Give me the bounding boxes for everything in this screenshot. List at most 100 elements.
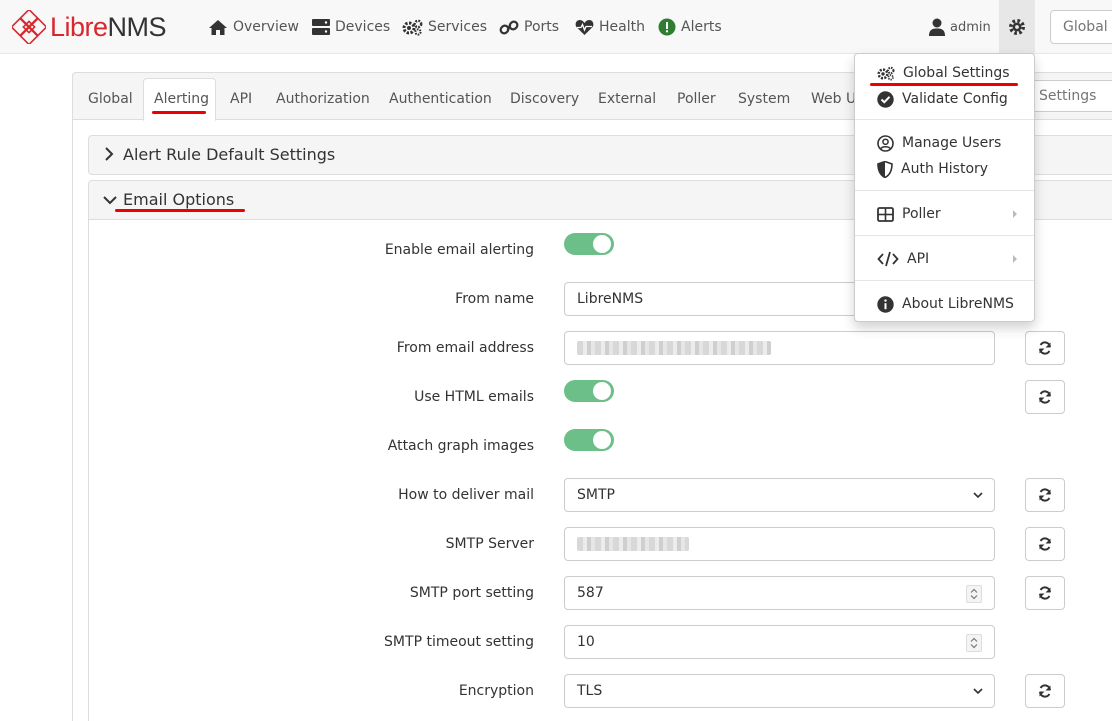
from-email-label: From email address — [396, 340, 534, 356]
brand-logo-link[interactable]: LibreNMS — [12, 10, 167, 44]
reset-use-html-button[interactable] — [1025, 380, 1065, 414]
cogs-icon — [877, 66, 895, 80]
global-search-input[interactable] — [1050, 10, 1112, 44]
email-options-highlight — [115, 209, 245, 212]
menu-poller[interactable]: Poller — [855, 201, 1036, 227]
settings-menu-toggle[interactable] — [999, 0, 1035, 54]
home-icon — [209, 19, 227, 35]
tab-global[interactable]: Global — [88, 87, 133, 111]
use-html-toggle[interactable] — [564, 380, 614, 402]
brand-name: LibreNMS — [50, 11, 167, 43]
enable-email-label: Enable email alerting — [384, 242, 534, 258]
encryption-label: Encryption — [458, 683, 534, 699]
user-menu[interactable]: admin — [929, 0, 991, 54]
encryption-select[interactable]: TLS — [564, 674, 995, 708]
smtp-port-value: 587 — [577, 585, 604, 601]
email-options-section-title: Email Options — [123, 190, 235, 209]
smtp-port-label: SMTP port setting — [409, 585, 534, 601]
reset-smtp-port-button[interactable] — [1025, 576, 1065, 610]
smtp-timeout-label: SMTP timeout setting — [384, 634, 534, 650]
nav-ports-label: Ports — [524, 19, 560, 35]
nav-health-label: Health — [599, 19, 645, 35]
smtp-port-input[interactable]: 587 — [564, 576, 995, 610]
attach-graph-toggle[interactable] — [564, 429, 614, 451]
menu-global-settings-label: Global Settings — [903, 65, 1010, 81]
menu-auth-history-label: Auth History — [901, 161, 989, 177]
menu-api[interactable]: API — [855, 246, 1036, 272]
nav-overview[interactable]: Overview — [208, 0, 299, 54]
menu-auth-history[interactable]: Auth History — [855, 156, 1036, 182]
number-spinner-icon[interactable] — [966, 585, 982, 603]
tab-discovery[interactable]: Discovery — [510, 87, 579, 111]
nav-devices-label: Devices — [335, 19, 391, 35]
gear-icon — [1009, 19, 1025, 35]
attach-graph-label: Attach graph images — [387, 438, 534, 454]
chevron-down-icon — [973, 492, 983, 499]
reset-smtp-server-button[interactable] — [1025, 527, 1065, 561]
refresh-icon — [1039, 684, 1051, 698]
check-circle-icon — [877, 90, 894, 108]
tab-external[interactable]: External — [598, 87, 656, 111]
nav-alerts[interactable]: Alerts — [658, 0, 722, 54]
caret-right-icon — [1013, 255, 1017, 263]
nav-ports[interactable]: Ports — [499, 0, 559, 54]
brand-name-nms: NMS — [107, 11, 167, 42]
menu-about[interactable]: About LibreNMS — [855, 291, 1036, 317]
reset-encryption-button[interactable] — [1025, 674, 1065, 708]
nav-overview-label: Overview — [233, 19, 299, 35]
use-html-label: Use HTML emails — [414, 389, 534, 405]
refresh-icon — [1039, 341, 1051, 355]
tab-webui[interactable]: Web U — [811, 87, 856, 111]
refresh-icon — [1039, 537, 1051, 551]
link-icon — [499, 20, 519, 34]
deliver-mail-label: How to deliver mail — [398, 487, 534, 503]
menu-validate-config-label: Validate Config — [902, 91, 1008, 107]
settings-search-input[interactable] — [1026, 80, 1112, 112]
table-icon — [877, 206, 894, 222]
reset-from-email-button[interactable] — [1025, 331, 1065, 365]
tab-system[interactable]: System — [738, 87, 790, 111]
deliver-mail-value: SMTP — [577, 487, 615, 503]
menu-divider — [855, 190, 1034, 191]
nav-services[interactable]: Services — [402, 0, 487, 54]
menu-api-label: API — [907, 251, 930, 267]
menu-manage-users[interactable]: Manage Users — [855, 130, 1036, 156]
tab-poller[interactable]: Poller — [677, 87, 716, 111]
alert-rule-section-title: Alert Rule Default Settings — [123, 145, 336, 164]
nav-devices[interactable]: Devices — [312, 0, 390, 54]
user-name: admin — [950, 19, 991, 35]
smtp-timeout-input[interactable]: 10 — [564, 625, 995, 659]
tab-authorization[interactable]: Authorization — [276, 87, 370, 111]
heartbeat-icon — [575, 19, 594, 35]
refresh-icon — [1039, 586, 1051, 600]
from-name-label: From name — [455, 291, 534, 307]
code-icon — [877, 251, 899, 267]
settings-dropdown-menu: Global Settings Validate Config Manage U… — [854, 53, 1035, 322]
tab-api[interactable]: API — [230, 87, 252, 111]
tab-alerting[interactable]: Alerting — [154, 87, 209, 111]
number-spinner-icon[interactable] — [966, 634, 982, 652]
menu-divider — [855, 119, 1034, 120]
alerting-tab-highlight — [152, 111, 206, 114]
chevron-down-icon — [103, 196, 117, 205]
reset-deliver-mail-button[interactable] — [1025, 478, 1065, 512]
shield-icon — [877, 160, 893, 178]
global-settings-highlight — [870, 83, 1018, 86]
menu-validate-config[interactable]: Validate Config — [855, 86, 1036, 112]
enable-email-toggle[interactable] — [564, 233, 614, 255]
from-email-input[interactable] — [564, 331, 995, 365]
cogs-icon — [402, 19, 423, 36]
from-name-input[interactable]: LibreNMS — [564, 282, 864, 316]
caret-right-icon — [1013, 210, 1017, 218]
info-circle-icon — [877, 295, 894, 313]
smtp-server-input[interactable] — [564, 527, 995, 561]
nav-health[interactable]: Health — [575, 0, 645, 54]
user-circle-icon — [877, 134, 894, 152]
redacted-smtp-server-value — [577, 537, 689, 551]
tab-authentication[interactable]: Authentication — [389, 87, 492, 111]
encryption-value: TLS — [577, 683, 603, 699]
deliver-mail-select[interactable]: SMTP — [564, 478, 995, 512]
server-icon — [312, 19, 330, 35]
menu-poller-label: Poller — [902, 206, 941, 222]
menu-divider — [855, 280, 1034, 281]
